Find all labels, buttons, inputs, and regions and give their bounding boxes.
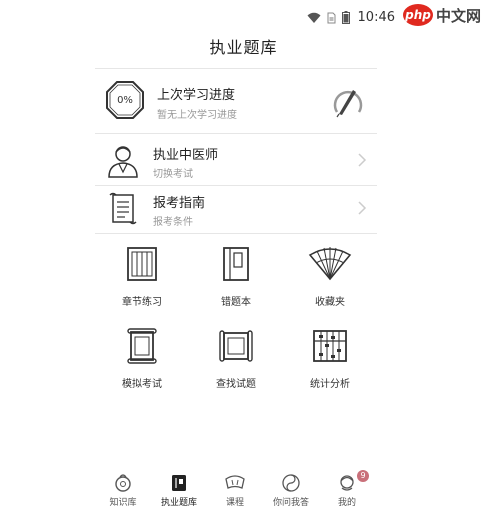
pen-gauge-icon: [333, 90, 363, 118]
grid-item-statistics[interactable]: 统计分析: [283, 327, 377, 407]
tab-label: 课程: [225, 498, 244, 508]
section-divider: [95, 133, 377, 134]
tab-question-bank[interactable]: 执业题库: [151, 470, 207, 514]
last-progress-card[interactable]: 0% 上次学习进度 暂无上次学习进度: [95, 70, 377, 132]
chevron-right-icon: [358, 201, 367, 215]
list-row-exam-type[interactable]: 执业中医师 切换考试: [95, 138, 377, 184]
tab-label: 我的: [337, 498, 356, 508]
tab-label: 知识库: [109, 498, 137, 508]
book-chapter-icon: [127, 247, 157, 281]
tab-profile[interactable]: 我的 9: [319, 470, 375, 514]
grid-item-label: 统计分析: [310, 379, 350, 390]
tab-knowledge[interactable]: 知识库: [95, 470, 151, 514]
grid-item-mock-exam[interactable]: 模拟考试: [95, 327, 189, 407]
bottom-tabbar: 知识库 执业题库 课程 你问我答 我的 9: [95, 470, 377, 514]
progress-subtitle: 暂无上次学习进度: [157, 110, 237, 121]
page-title: 执业题库: [209, 38, 278, 57]
tab-label: 执业题库: [160, 498, 197, 508]
grid-item-favorites[interactable]: 收藏夹: [283, 245, 377, 325]
battery-icon: [341, 11, 350, 24]
guide-scroll-icon: [109, 192, 137, 225]
grid-item-label: 章节练习: [122, 297, 162, 308]
chevron-right-icon: [358, 153, 367, 167]
row-divider: [95, 233, 377, 234]
fan-icon: [308, 247, 352, 281]
watermark-logo: php: [402, 4, 433, 26]
scroll-exam-icon: [127, 328, 157, 364]
knowledge-icon: [115, 474, 131, 492]
profile-icon: [340, 475, 354, 491]
list-row-guide[interactable]: 报考指南 报考条件: [95, 186, 377, 232]
progress-title: 上次学习进度: [157, 88, 236, 103]
notebook-icon: [223, 247, 249, 281]
question-bank-icon: [172, 475, 186, 491]
course-icon: [225, 475, 245, 489]
tab-label: 你问我答: [272, 498, 309, 508]
progress-percent: 0%: [117, 94, 133, 106]
grid-item-label: 收藏夹: [315, 297, 345, 308]
tab-course[interactable]: 课程: [207, 470, 263, 514]
grid-item-label: 模拟考试: [122, 379, 162, 390]
watermark: php 中文网: [402, 4, 481, 26]
grid-item-label: 错题本: [221, 297, 251, 308]
abacus-icon: [313, 330, 347, 362]
status-bar: 10:46 php 中文网: [0, 0, 487, 34]
sim-icon: [327, 12, 336, 23]
doctor-icon: [108, 146, 138, 178]
status-time: 10:46: [357, 10, 395, 25]
grid-item-label: 查找试题: [216, 379, 256, 390]
header: 执业题库: [0, 34, 487, 64]
header-divider: [95, 68, 377, 69]
scroll-search-icon: [219, 330, 253, 362]
watermark-text: 中文网: [435, 6, 481, 25]
list-row-title: 报考指南: [153, 196, 206, 211]
tab-qa[interactable]: 你问我答: [263, 470, 319, 514]
list-row-subtitle: 报考条件: [153, 217, 193, 228]
list-row-title: 执业中医师: [153, 148, 219, 163]
wifi-icon: [307, 12, 321, 23]
notification-badge: 9: [357, 470, 369, 482]
grid-item-wrong-book[interactable]: 错题本: [189, 245, 283, 325]
qa-icon: [282, 474, 300, 492]
grid-item-search-questions[interactable]: 查找试题: [189, 327, 283, 407]
grid-item-chapter-practice[interactable]: 章节练习: [95, 245, 189, 325]
list-row-subtitle: 切换考试: [153, 169, 193, 180]
